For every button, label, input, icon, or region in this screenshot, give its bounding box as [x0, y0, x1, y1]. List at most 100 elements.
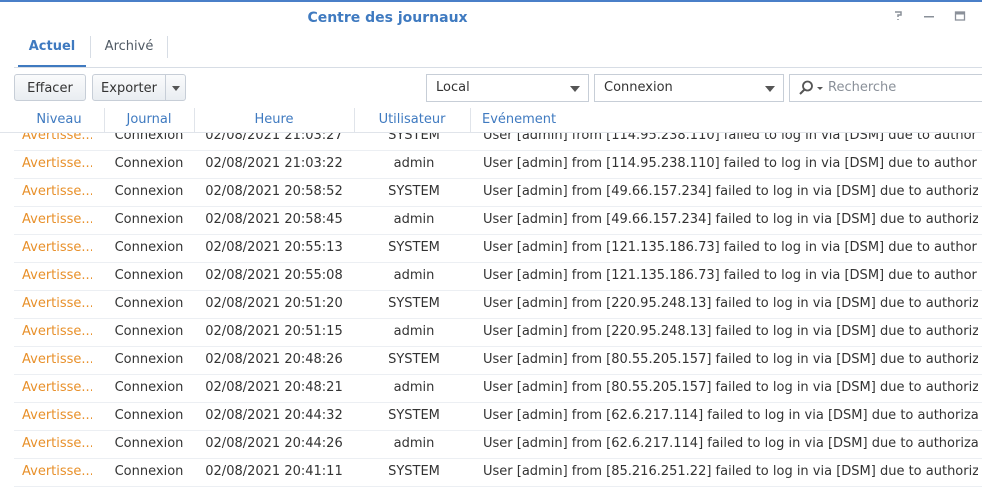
level-cell: Avertisse...	[22, 324, 92, 339]
table-row[interactable]: Avertisse... Connexion 02/08/2021 20:58:…	[14, 206, 982, 235]
journal-cell: Connexion	[114, 296, 184, 311]
event-cell: User [admin] from [220.95.248.13] failed…	[483, 296, 978, 311]
column-header-level[interactable]: Niveau	[14, 108, 104, 132]
user-cell: admin	[393, 268, 435, 283]
chevron-down-icon	[765, 86, 775, 92]
journal-cell: Connexion	[114, 212, 184, 227]
table-row[interactable]: Avertisse... Connexion 02/08/2021 20:44:…	[14, 430, 982, 459]
event-cell: User [admin] from [114.95.238.110] faile…	[483, 133, 978, 143]
table-row[interactable]: Avertisse... Connexion 02/08/2021 20:51:…	[14, 318, 982, 347]
user-cell: SYSTEM	[388, 184, 440, 199]
title-bar: Centre des journaux	[0, 2, 982, 33]
clear-button[interactable]: Effacer	[14, 74, 86, 101]
source-select[interactable]: Local	[426, 74, 589, 102]
maximize-icon[interactable]	[953, 10, 967, 24]
journal-cell: Connexion	[114, 133, 184, 143]
level-cell: Avertisse...	[22, 184, 92, 199]
table-row[interactable]: Avertisse... Connexion 02/08/2021 20:55:…	[14, 262, 982, 291]
event-cell: User [admin] from [114.95.238.110] faile…	[483, 156, 978, 171]
event-cell: User [admin] from [85.216.251.22] failed…	[483, 464, 978, 479]
journal-cell: Connexion	[114, 156, 184, 171]
level-cell: Avertisse...	[22, 296, 92, 311]
export-button[interactable]: Exporter	[92, 74, 166, 101]
journal-cell: Connexion	[114, 240, 184, 255]
time-cell: 02/08/2021 20:48:26	[205, 352, 343, 367]
tab-label: Archivé	[104, 39, 154, 54]
level-cell: Avertisse...	[22, 436, 92, 451]
tab-bar: Actuel Archivé	[14, 33, 982, 68]
time-cell: 02/08/2021 20:55:13	[205, 240, 343, 255]
column-divider	[470, 108, 471, 132]
journal-cell: Connexion	[114, 268, 184, 283]
level-cell: Avertisse...	[22, 212, 92, 227]
table-row[interactable]: Avertisse... Connexion 02/08/2021 21:03:…	[14, 133, 982, 151]
column-header-time[interactable]: Heure	[194, 108, 354, 132]
user-cell: admin	[393, 380, 435, 395]
level-cell: Avertisse...	[22, 133, 92, 143]
time-cell: 02/08/2021 20:51:15	[205, 324, 343, 339]
export-menu-button[interactable]	[165, 74, 186, 101]
level-cell: Avertisse...	[22, 156, 92, 171]
journal-cell: Connexion	[114, 380, 184, 395]
event-cell: User [admin] from [121.135.186.73] faile…	[483, 268, 978, 283]
user-cell: SYSTEM	[388, 296, 440, 311]
table-row[interactable]: Avertisse... Connexion 02/08/2021 20:44:…	[14, 402, 982, 431]
time-cell: 02/08/2021 20:44:26	[205, 436, 343, 451]
table-row[interactable]: Avertisse... Connexion 02/08/2021 20:48:…	[14, 374, 982, 403]
tab-actuel[interactable]: Actuel	[18, 33, 86, 67]
user-cell: admin	[393, 156, 435, 171]
source-select-value: Local	[436, 80, 470, 95]
level-cell: Avertisse...	[22, 352, 92, 367]
event-cell: User [admin] from [62.6.217.114] failed …	[483, 408, 978, 423]
table-header: Niveau Journal Heure Utilisateur Evéneme…	[0, 108, 982, 133]
event-cell: User [admin] from [62.6.217.114] failed …	[483, 436, 978, 451]
table-row[interactable]: Avertisse... Connexion 02/08/2021 20:51:…	[14, 290, 982, 319]
time-cell: 02/08/2021 20:44:32	[205, 408, 343, 423]
search-icon[interactable]	[798, 80, 824, 100]
event-cell: User [admin] from [121.135.186.73] faile…	[483, 240, 978, 255]
window-title: Centre des journaux	[307, 10, 468, 26]
tab-label: Actuel	[28, 39, 76, 54]
event-cell: User [admin] from [49.66.157.234] failed…	[483, 184, 978, 199]
user-cell: SYSTEM	[388, 133, 440, 143]
column-header-user[interactable]: Utilisateur	[354, 108, 470, 132]
search-placeholder: Recherche	[828, 80, 897, 95]
level-cell: Avertisse...	[22, 464, 92, 479]
user-cell: admin	[393, 436, 435, 451]
time-cell: 02/08/2021 20:51:20	[205, 296, 343, 311]
column-header-journal[interactable]: Journal	[104, 108, 194, 132]
table-row[interactable]: Avertisse... Connexion 02/08/2021 20:48:…	[14, 346, 982, 375]
journal-cell: Connexion	[114, 408, 184, 423]
minimize-icon[interactable]	[922, 10, 936, 24]
log-type-select-value: Connexion	[604, 80, 673, 95]
user-cell: SYSTEM	[388, 408, 440, 423]
journal-cell: Connexion	[114, 436, 184, 451]
level-cell: Avertisse...	[22, 268, 92, 283]
log-type-select[interactable]: Connexion	[594, 74, 784, 102]
table-row[interactable]: Avertisse... Connexion 02/08/2021 20:55:…	[14, 234, 982, 263]
help-icon[interactable]	[891, 10, 905, 24]
time-cell: 02/08/2021 20:58:45	[205, 212, 343, 227]
user-cell: admin	[393, 324, 435, 339]
table-row[interactable]: Avertisse... Connexion 02/08/2021 20:58:…	[14, 178, 982, 207]
table-row[interactable]: Avertisse... Connexion 02/08/2021 21:03:…	[14, 150, 982, 179]
time-cell: 02/08/2021 21:03:27	[205, 133, 343, 143]
user-cell: admin	[393, 212, 435, 227]
time-cell: 02/08/2021 21:03:22	[205, 156, 343, 171]
event-cell: User [admin] from [80.55.205.157] failed…	[483, 352, 978, 367]
time-cell: 02/08/2021 20:48:21	[205, 380, 343, 395]
journal-cell: Connexion	[114, 184, 184, 199]
journal-cell: Connexion	[114, 352, 184, 367]
search-input[interactable]: Recherche	[789, 74, 982, 102]
journal-cell: Connexion	[114, 324, 184, 339]
log-table-body: Avertisse... Connexion 02/08/2021 21:03:…	[14, 133, 982, 489]
time-cell: 02/08/2021 20:58:52	[205, 184, 343, 199]
tab-archive[interactable]: Archivé	[94, 33, 164, 66]
time-cell: 02/08/2021 20:41:11	[205, 464, 343, 479]
tab-active-indicator	[18, 65, 86, 67]
table-row[interactable]: Avertisse... Connexion 02/08/2021 20:41:…	[14, 458, 982, 487]
event-cell: User [admin] from [80.55.205.157] failed…	[483, 380, 978, 395]
column-header-event[interactable]: Evénement	[482, 108, 562, 132]
level-cell: Avertisse...	[22, 380, 92, 395]
user-cell: SYSTEM	[388, 464, 440, 479]
